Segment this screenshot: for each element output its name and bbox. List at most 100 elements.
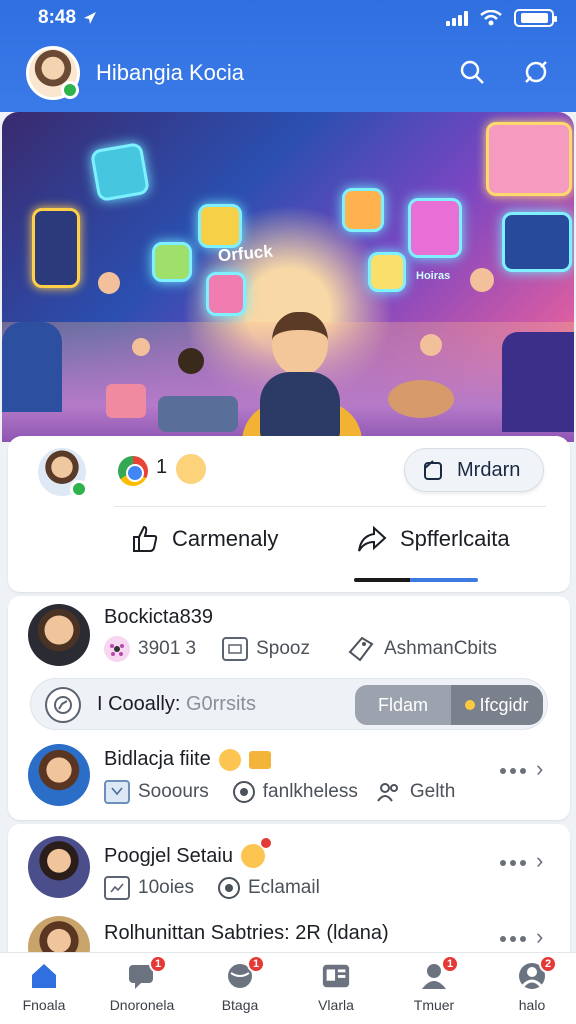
- hero-kid: [98, 272, 120, 294]
- battery-icon: [514, 9, 557, 27]
- search-action-button-2[interactable]: Ifcgidr: [451, 685, 543, 725]
- tag-icon: [348, 636, 374, 662]
- hero-plush: [2, 322, 62, 412]
- post-card: 1 Mrdarn Carmenaly Spfferlcaita: [8, 436, 570, 592]
- post-action-button[interactable]: Mrdarn: [404, 448, 544, 492]
- search-action-label: Ifcgidr: [479, 694, 529, 715]
- hero-tile: [502, 212, 572, 272]
- hero-tile: [206, 272, 246, 316]
- nav-label: Fnoala: [22, 997, 66, 1013]
- tab-indicator: [354, 578, 478, 582]
- list-avatar[interactable]: [28, 836, 90, 898]
- list-meta-label: 10oies: [138, 877, 194, 898]
- compass-icon: [45, 687, 81, 723]
- list-item-title[interactable]: Rolhunittan Sabtries: 2R (ldana): [104, 922, 389, 945]
- spark-icon: [465, 700, 476, 710]
- chrome-reaction-icon[interactable]: [118, 456, 148, 486]
- pin-icon: [218, 877, 240, 899]
- users-icon: [377, 783, 398, 802]
- nav-item-home[interactable]: Fnoala: [4, 961, 84, 1013]
- online-dot: [61, 81, 79, 99]
- list-avatar[interactable]: [28, 604, 90, 666]
- emoji-reaction-icon[interactable]: [176, 454, 206, 484]
- nav-badge: 2: [539, 955, 557, 973]
- search-button[interactable]: [456, 56, 488, 88]
- hero-illustration: Orfuck Hoiras: [2, 112, 574, 442]
- more-options-icon[interactable]: [500, 768, 526, 774]
- hero-kid: [470, 268, 494, 292]
- list-meta-label: AshmanCbits: [384, 638, 497, 659]
- list-item-title: Poogjel Setaiu: [104, 844, 233, 867]
- hero-tile: [486, 122, 572, 196]
- list-item-title: Bidlacja fiite: [104, 748, 211, 770]
- status-icons: [446, 9, 557, 27]
- emoji-icon: [240, 838, 271, 868]
- list-item-title-row[interactable]: Poogjel Setaiu: [104, 838, 271, 868]
- page-title: Hibangia Kocia: [96, 60, 244, 85]
- hero-block: [106, 384, 146, 418]
- chevron-right-icon[interactable]: ›: [536, 924, 543, 950]
- nav-item-chat[interactable]: 1 Dnoronela: [102, 955, 182, 1013]
- share-icon: [358, 525, 387, 552]
- hero-seat: [158, 396, 238, 432]
- hero-kid: [420, 334, 442, 356]
- inline-search-bar[interactable]: I Cooally: G0rrsits Fldam Ifcgidr: [30, 678, 548, 730]
- chevron-right-icon[interactable]: ›: [536, 848, 543, 874]
- nav-item-profile[interactable]: 1 Tmuer: [394, 955, 474, 1013]
- share-button[interactable]: Spfferlcaita: [356, 524, 510, 554]
- calendar-icon: [222, 637, 249, 661]
- chevron-right-icon[interactable]: ›: [536, 756, 543, 782]
- list-meta: Sooours fanlkheless Gelth: [104, 780, 455, 804]
- nav-item-contacts[interactable]: Vlarla: [296, 961, 376, 1013]
- pin-icon: [232, 781, 255, 803]
- list-meta-label: Eclamail: [248, 877, 320, 898]
- profile-icon: 1: [419, 955, 459, 991]
- search-action-button-1[interactable]: Fldam: [355, 685, 451, 725]
- nav-label: Btaga: [221, 997, 259, 1013]
- flower-icon: [104, 636, 130, 662]
- list-meta-label: fanlkheless: [262, 781, 358, 802]
- emoji-icon: [218, 748, 241, 771]
- like-label: Carmenaly: [172, 526, 279, 551]
- nav-badge: 1: [441, 955, 459, 973]
- square-edit-icon: [424, 460, 442, 480]
- hero-tile: [89, 141, 151, 203]
- list-item-title-row[interactable]: Bidlacja fiite: [104, 748, 271, 771]
- hero-badge-text: Hoiras: [416, 270, 451, 282]
- list-meta-label: 3901 3: [138, 638, 197, 659]
- more-options-icon[interactable]: [500, 936, 526, 942]
- nav-item-account[interactable]: 2 halo: [492, 955, 572, 1013]
- hero-tile: [198, 204, 242, 248]
- list-card: Bockicta839 3901 3 Spooz AshmanCbits I C…: [8, 596, 570, 820]
- post-avatar[interactable]: [36, 446, 88, 498]
- status-bar: 8:48: [0, 0, 576, 36]
- list-meta-label: Spooz: [256, 638, 310, 659]
- target-icon: [525, 61, 547, 83]
- list-item-title[interactable]: Bockicta839: [104, 606, 213, 629]
- nav-label: Tmuer: [413, 997, 455, 1013]
- hero-sofa: [502, 332, 574, 432]
- profile-avatar[interactable]: [26, 46, 80, 100]
- box-icon: [104, 780, 130, 804]
- hero-caption: Orfuck: [217, 241, 274, 266]
- hero-tile: [368, 252, 406, 292]
- hero-tile: [32, 208, 80, 288]
- hero-pouf: [388, 380, 454, 418]
- bottom-navigation: Fnoala 1 Dnoronela 1 Btaga Vlarla 1 Tmue…: [0, 952, 576, 1024]
- image-icon: [104, 876, 130, 900]
- list-meta: 3901 3 Spooz AshmanCbits: [104, 634, 497, 664]
- more-options-icon[interactable]: [500, 860, 526, 866]
- globe-icon: 1: [225, 955, 265, 991]
- signal-icon: [446, 10, 468, 26]
- settings-button[interactable]: [520, 56, 552, 88]
- search-icon: [460, 60, 484, 84]
- list-avatar[interactable]: [28, 744, 90, 806]
- hero-tile: [408, 198, 462, 258]
- chat-icon: 1: [127, 955, 167, 991]
- folder-icon: [248, 750, 271, 769]
- hero-tile: [152, 242, 192, 282]
- wifi-icon: [480, 10, 502, 26]
- like-button[interactable]: Carmenaly: [130, 524, 278, 554]
- nav-item-globe[interactable]: 1 Btaga: [200, 955, 280, 1013]
- nav-label: Dnoronela: [109, 997, 175, 1013]
